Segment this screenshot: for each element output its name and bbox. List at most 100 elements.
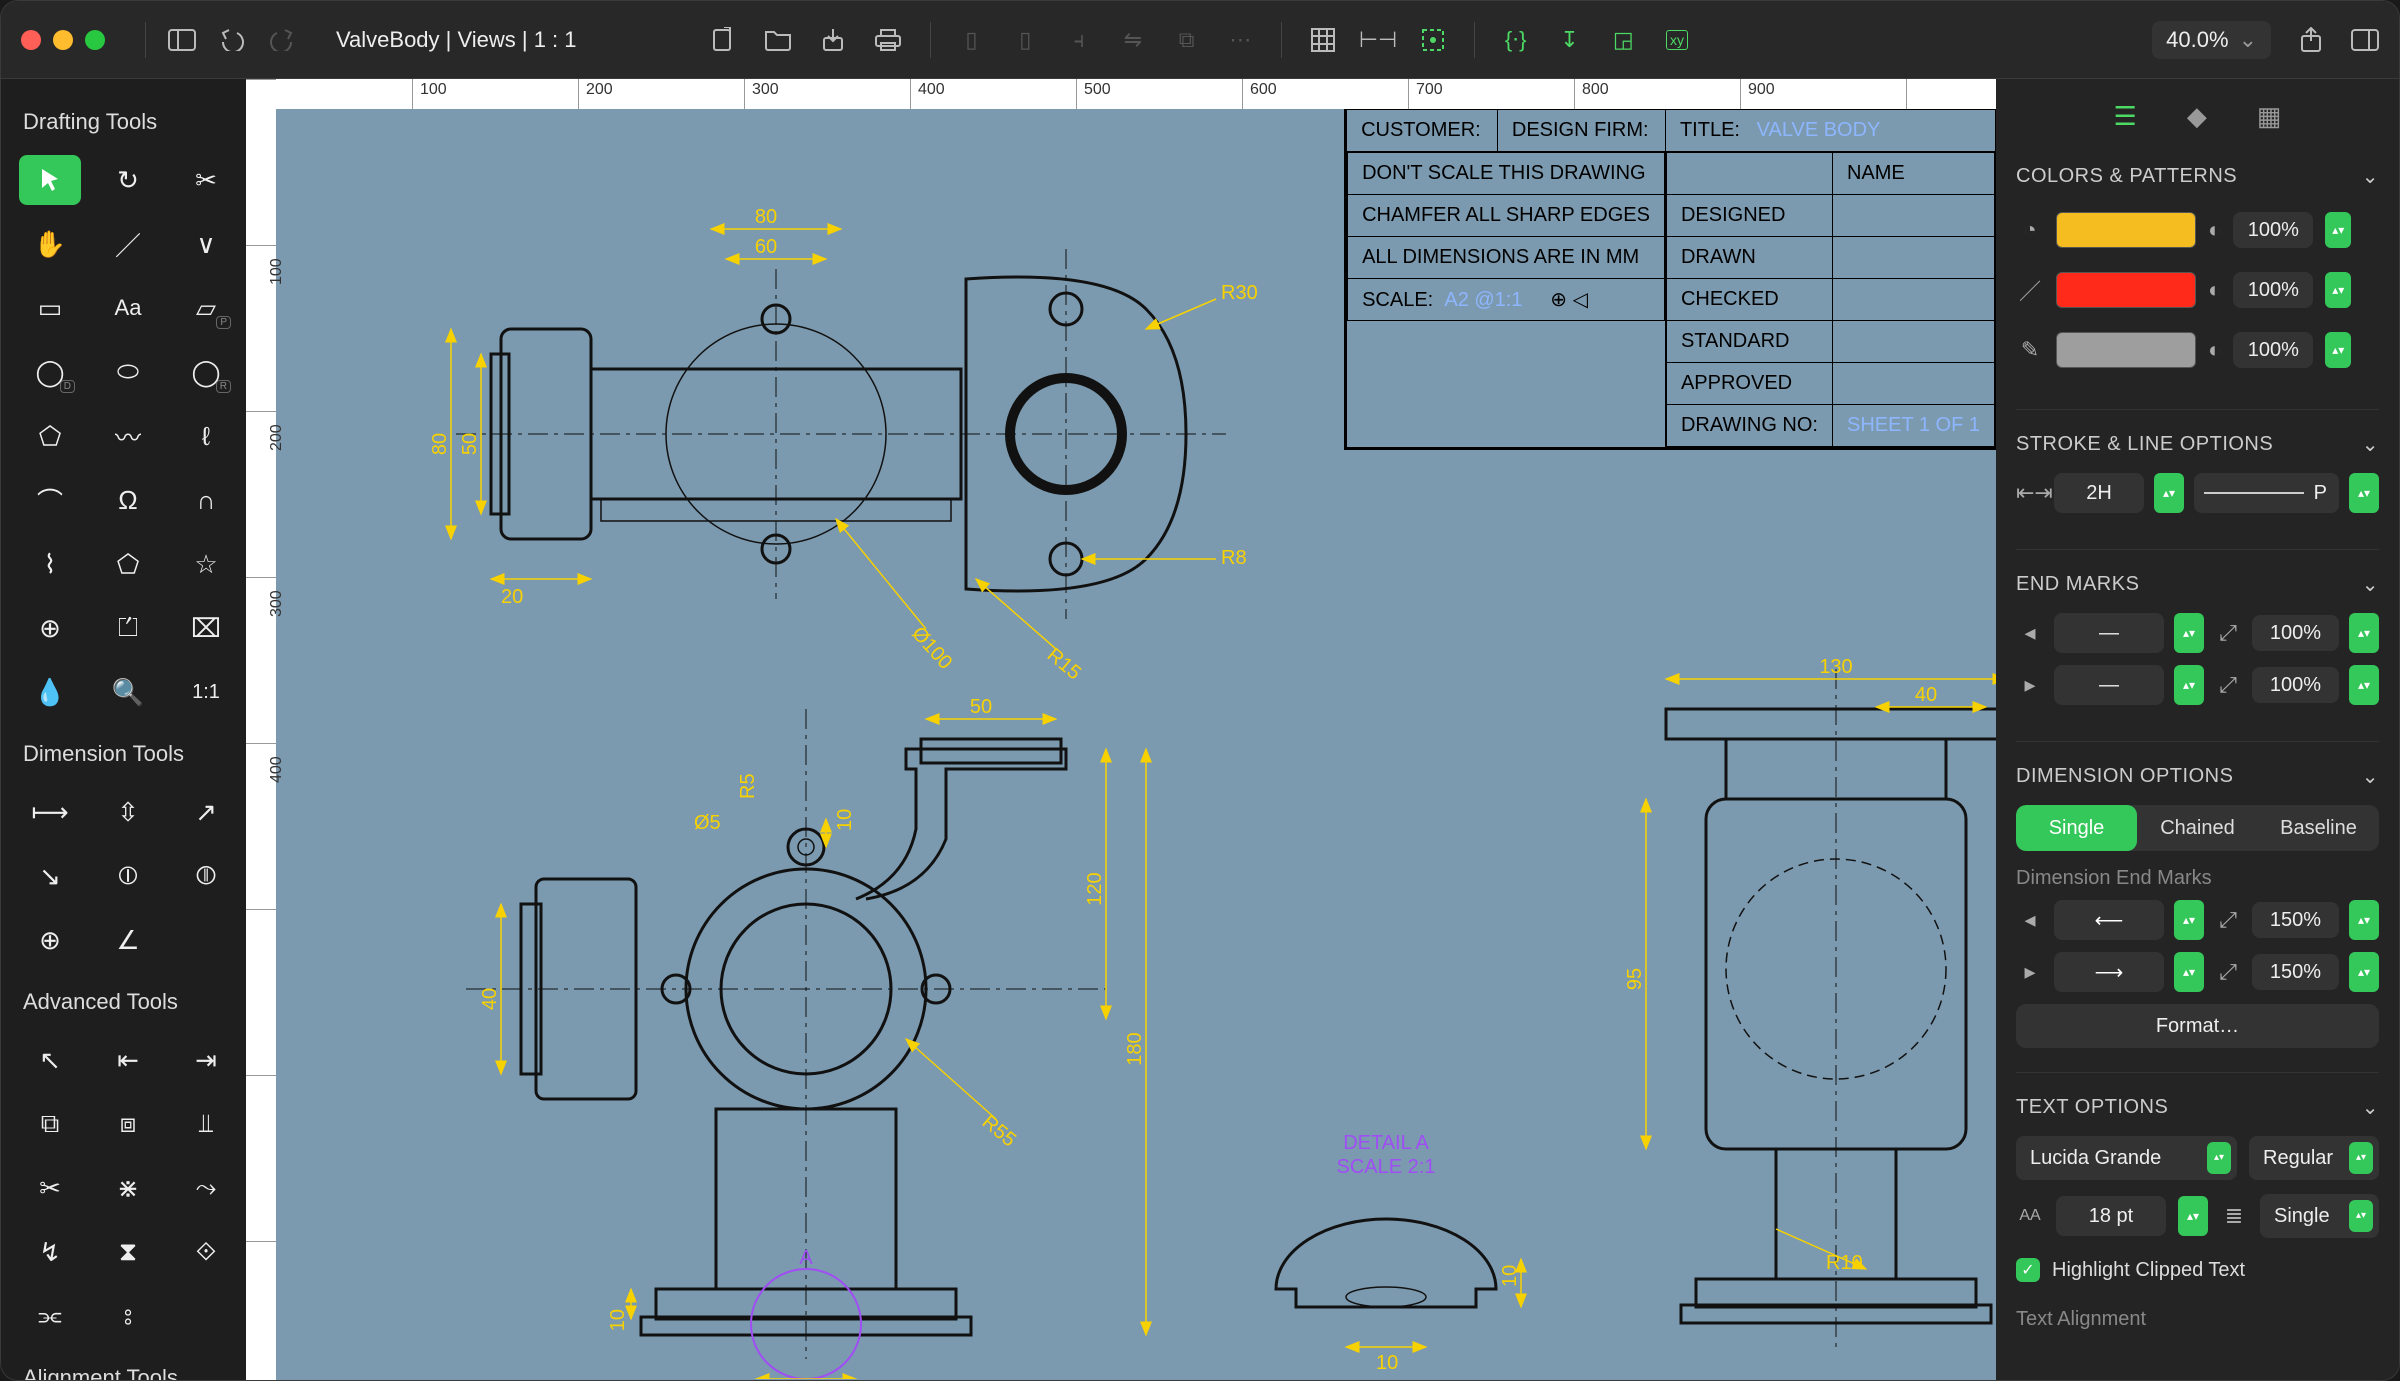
arc-tool[interactable]: ⌒ xyxy=(19,475,81,525)
dim-end-pct[interactable]: 150% xyxy=(2252,954,2339,990)
chevron-down-icon[interactable]: ⌄ xyxy=(2362,1095,2379,1120)
polyline-tool[interactable]: 〰 xyxy=(97,411,159,461)
pen-tool[interactable]: ℓ xyxy=(175,411,237,461)
fill-opacity-stepper[interactable]: ▴▾ xyxy=(2325,212,2351,248)
pan-tool[interactable]: ✋ xyxy=(19,219,81,269)
crop-tool[interactable]: ✂ xyxy=(175,155,237,205)
pattern-stepper[interactable]: ▴▾ xyxy=(2349,473,2379,513)
diameter-dim-tool[interactable]: ⦶ xyxy=(97,851,159,901)
tab-grid-icon[interactable]: ▦ xyxy=(2257,101,2282,132)
dim-end-stepper[interactable]: ▴▾ xyxy=(2174,952,2204,992)
stroke-pattern-select[interactable]: P xyxy=(2194,473,2339,513)
snap-xy-icon[interactable]: xy xyxy=(1664,26,1690,54)
minimize-window[interactable] xyxy=(53,30,73,50)
line-tool[interactable]: ／ xyxy=(97,219,159,269)
weight-stepper[interactable]: ▴▾ xyxy=(2154,473,2184,513)
line-spacing-select[interactable]: Single▴▾ xyxy=(2260,1194,2379,1238)
font-weight-select[interactable]: Regular▴▾ xyxy=(2249,1136,2379,1180)
union-tool[interactable]: ⧉ xyxy=(19,1099,81,1149)
vertical-dim-tool[interactable]: ⇳ xyxy=(97,787,159,837)
chevron-down-icon[interactable]: ⌄ xyxy=(2362,764,2379,789)
subtract-tool[interactable]: ⧈ xyxy=(97,1099,159,1149)
pencil-opacity-input[interactable]: 100% xyxy=(2233,332,2313,368)
highlight-clipped-checkbox[interactable]: ✓ xyxy=(2016,1258,2040,1282)
insert-right-tool[interactable]: ⇥ xyxy=(175,1035,237,1085)
radius-dim-tool[interactable]: ⦷ xyxy=(175,851,237,901)
stroke-swatch[interactable] xyxy=(2056,272,2196,308)
chain-tool[interactable]: ⫘ xyxy=(19,1291,81,1341)
center-mark-tool[interactable]: ⊕ xyxy=(19,915,81,965)
stroke-weight[interactable]: 2H xyxy=(2054,473,2144,513)
cut-tool[interactable]: ✂ xyxy=(19,1163,81,1213)
pencil-opacity-stepper[interactable]: ▴▾ xyxy=(2325,332,2351,368)
font-size-input[interactable]: 18 pt xyxy=(2056,1196,2166,1236)
link-tool[interactable]: ⟐ xyxy=(175,1227,237,1277)
chevron-down-icon[interactable]: ⌄ xyxy=(2362,432,2379,457)
ellipse-tool[interactable]: ⬭ xyxy=(97,347,159,397)
start-mark-select[interactable]: — xyxy=(2054,613,2164,653)
radius-tool[interactable]: ◯R xyxy=(175,347,237,397)
snap-icon[interactable]: ⊢⊣ xyxy=(1364,26,1392,54)
font-size-stepper[interactable]: ▴▾ xyxy=(2178,1196,2208,1236)
close-window[interactable] xyxy=(21,30,41,50)
save-icon[interactable] xyxy=(820,26,846,54)
undo-icon[interactable] xyxy=(218,26,246,54)
end-mark-select[interactable]: — xyxy=(2054,665,2164,705)
more-transform-icon[interactable]: ⋯ xyxy=(1228,26,1254,54)
align-right-obj-icon[interactable]: ⫞ xyxy=(1066,26,1092,54)
tab-layers-icon[interactable]: ◆ xyxy=(2187,101,2207,132)
linear-dim-tool[interactable]: ⟼ xyxy=(19,787,81,837)
grid-icon[interactable] xyxy=(1310,26,1336,54)
dimension-mode-segment[interactable]: Single Chained Baseline xyxy=(2016,805,2379,851)
insert-left-tool[interactable]: ⇤ xyxy=(97,1035,159,1085)
open-folder-icon[interactable] xyxy=(764,26,792,54)
node-edit-tool[interactable]: ↖ xyxy=(19,1035,81,1085)
align-center-obj-icon[interactable]: ▯ xyxy=(1012,26,1038,54)
polygon-tool[interactable]: ⬠ xyxy=(19,411,81,461)
star-tool[interactable]: ☆ xyxy=(175,539,237,589)
dim-startpct-stepper[interactable]: ▴▾ xyxy=(2349,900,2379,940)
pencil-swatch[interactable] xyxy=(2056,332,2196,368)
trim-tool[interactable]: ↯ xyxy=(19,1227,81,1277)
snap-corners-icon[interactable]: ◲ xyxy=(1610,26,1636,54)
dim-endpct-stepper[interactable]: ▴▾ xyxy=(2349,952,2379,992)
fill-swatch[interactable] xyxy=(2056,212,2196,248)
seg-baseline[interactable]: Baseline xyxy=(2258,805,2379,851)
start-mark-stepper[interactable]: ▴▾ xyxy=(2174,613,2204,653)
print-icon[interactable] xyxy=(874,26,902,54)
flip-h-icon[interactable]: ⇋ xyxy=(1120,26,1146,54)
chevron-down-icon[interactable]: ⌄ xyxy=(2362,572,2379,597)
align-left-obj-icon[interactable]: ▯ xyxy=(959,26,985,54)
zoom-level[interactable]: 40.0% ⌄ xyxy=(2152,21,2271,59)
dim-start-pct[interactable]: 150% xyxy=(2252,902,2339,938)
format-button[interactable]: Format… xyxy=(2016,1004,2379,1048)
inspector-toggle-icon[interactable] xyxy=(2351,26,2379,54)
drawing-canvas[interactable]: 100200300400500600700800900 100200300400… xyxy=(246,79,1996,1380)
freehand-tool[interactable]: ⌇ xyxy=(19,539,81,589)
select-tool[interactable] xyxy=(19,155,81,205)
bezier-tool[interactable]: ∩ xyxy=(175,475,237,525)
blob-tool[interactable]: ⬠ xyxy=(97,539,159,589)
seg-single[interactable]: Single xyxy=(2016,805,2137,851)
redo-icon[interactable] xyxy=(268,26,296,54)
start-mark-pct[interactable]: 100% xyxy=(2252,615,2339,651)
new-sheet-icon[interactable] xyxy=(710,26,736,54)
end-pct-stepper[interactable]: ▴▾ xyxy=(2349,665,2379,705)
rotate-tool[interactable]: ↻ xyxy=(97,155,159,205)
dim-end-select[interactable]: ⟶ xyxy=(2054,952,2164,992)
angle-dim-tool[interactable]: ∠ xyxy=(97,915,159,965)
start-pct-stepper[interactable]: ▴▾ xyxy=(2349,613,2379,653)
seg-chained[interactable]: Chained xyxy=(2137,805,2258,851)
circle-dim-tool[interactable]: ◯D xyxy=(19,347,81,397)
intersect-tool[interactable]: ⫫ xyxy=(175,1099,237,1149)
rect-tool[interactable]: ▭ xyxy=(19,283,81,333)
end-mark-stepper[interactable]: ▴▾ xyxy=(2174,665,2204,705)
zoom-tool[interactable]: 🔍 xyxy=(97,667,159,717)
zoom-window[interactable] xyxy=(85,30,105,50)
share-icon[interactable] xyxy=(2297,26,2325,54)
delete-box-tool[interactable]: ⌧ xyxy=(175,603,237,653)
sidebar-toggle-icon[interactable] xyxy=(168,26,196,54)
stamp-tool[interactable]: ⏍ xyxy=(97,603,159,653)
centermark-tool[interactable]: ⊕ xyxy=(19,603,81,653)
mirror-tool[interactable]: ⧗ xyxy=(97,1227,159,1277)
